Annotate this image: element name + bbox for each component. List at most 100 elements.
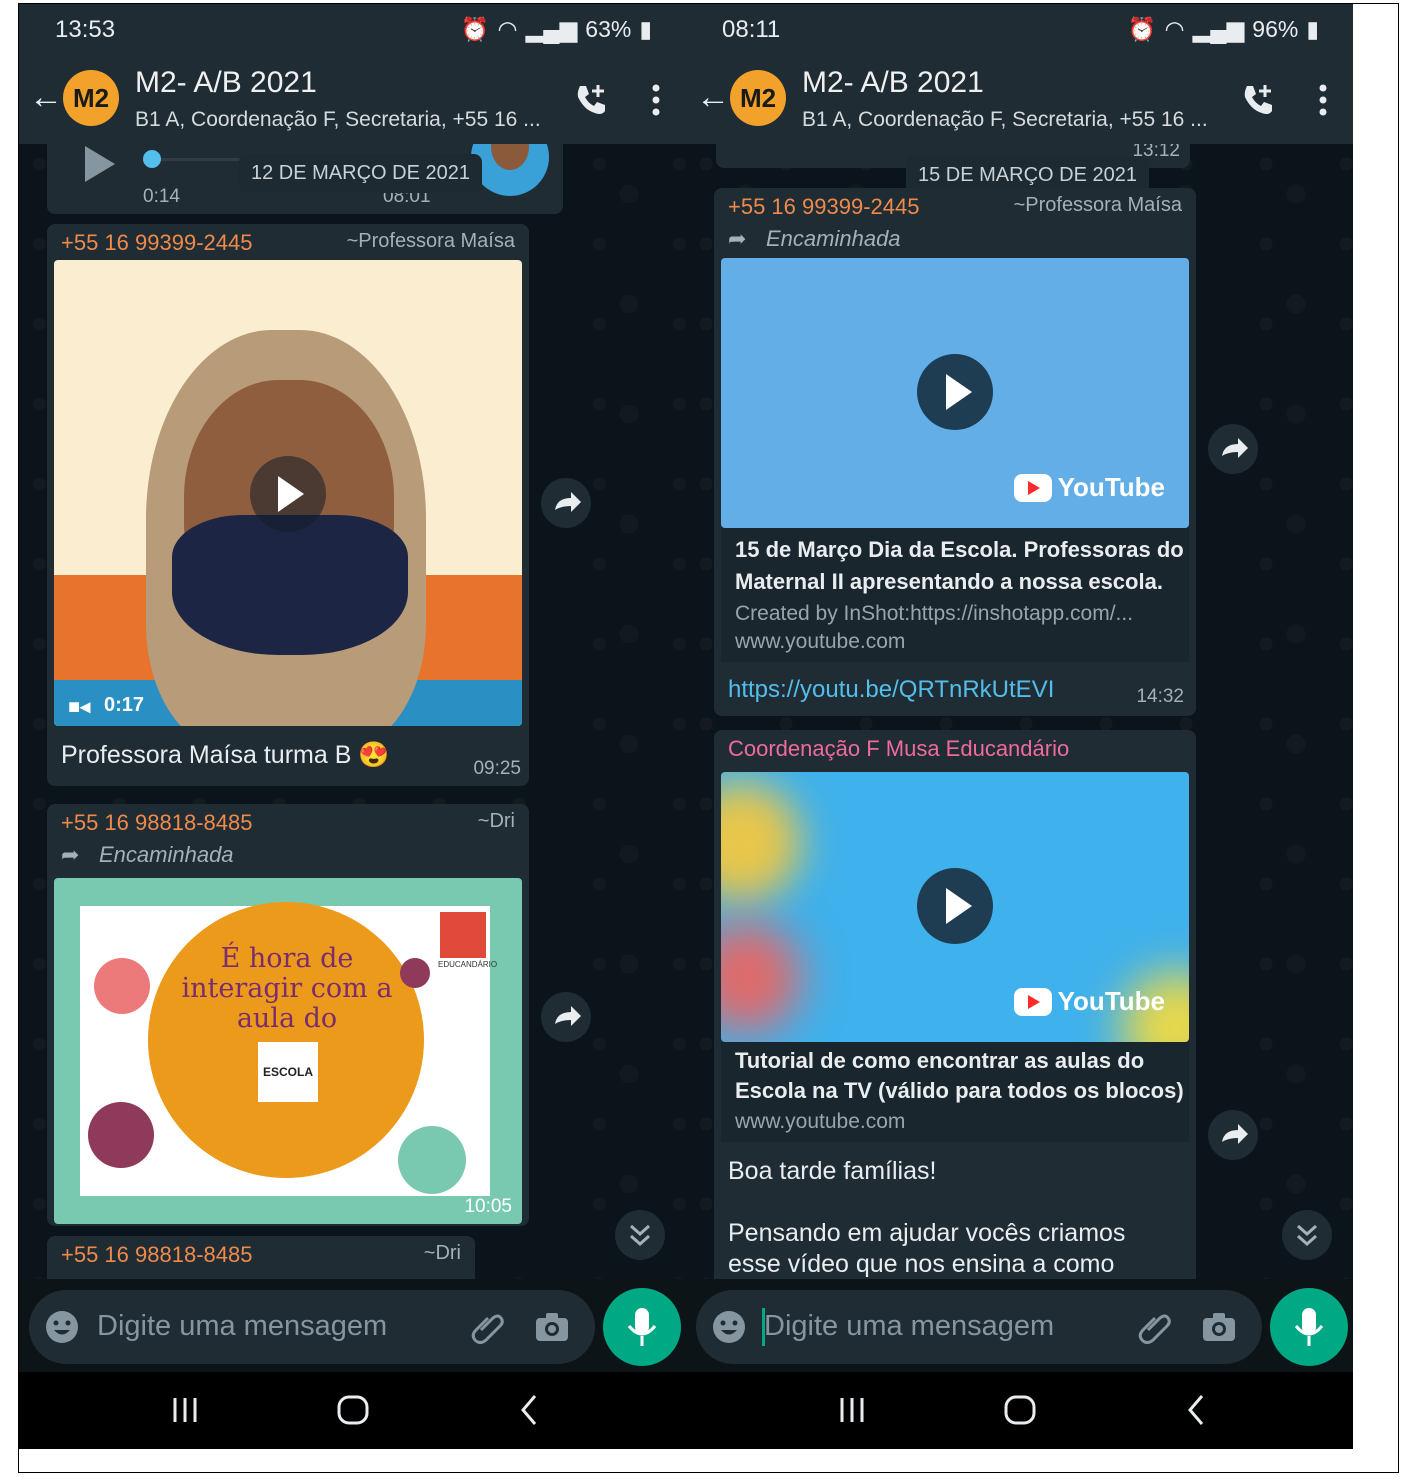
emoji-icon[interactable] — [712, 1310, 746, 1344]
date-chip: 12 DE MARÇO DE 2021 — [239, 154, 482, 193]
alarm-icon: ⏰ — [460, 16, 490, 42]
message-link[interactable]: https://youtu.be/QRTnRkUtEVI — [728, 676, 1054, 704]
group-avatar[interactable]: M2 — [63, 70, 119, 126]
sender-number[interactable]: +55 16 99399-2445 — [61, 230, 252, 256]
message-input[interactable]: Digite uma mensagem — [696, 1290, 1262, 1364]
group-participants: B1 A, Coordenação F, Secretaria, +55 16 … — [135, 108, 541, 131]
brand-label: EDUCANDÁRIO — [438, 960, 498, 969]
back-nav-icon[interactable] — [1176, 1390, 1216, 1430]
voice-record-button[interactable] — [1270, 1288, 1348, 1366]
image-thumbnail[interactable]: É hora de interagir com a aula do ESCOLA… — [54, 878, 522, 1224]
add-call-icon[interactable] — [1239, 82, 1275, 118]
link-preview[interactable]: Tutorial de como encontrar as aulas do E… — [721, 1042, 1189, 1142]
forward-share-button[interactable] — [1208, 1110, 1258, 1160]
message-time: 09:25 — [473, 758, 521, 779]
message-input[interactable]: Digite uma mensagem — [29, 1290, 595, 1364]
scroll-down-button[interactable] — [1282, 1210, 1332, 1260]
message-caption: Professora Maísa turma B 😍 — [61, 741, 390, 769]
video-duration: 0:17 — [104, 694, 145, 716]
forward-share-button[interactable] — [1208, 424, 1258, 474]
scroll-down-button[interactable] — [615, 1210, 665, 1260]
video-play-button[interactable] — [250, 456, 326, 532]
battery-percent: 63% — [585, 16, 632, 42]
share-arrow-icon — [1222, 438, 1248, 458]
phone-left: 13:53 ⏰ ◠ ▂▄▆ 63% ▮ ← M2 M2- A/B 2021 B1… — [19, 4, 686, 1449]
camera-icon[interactable] — [535, 1312, 569, 1342]
youtube-thumbnail[interactable]: YouTube — [721, 258, 1189, 528]
home-icon[interactable] — [333, 1390, 373, 1430]
mic-icon — [627, 1308, 657, 1346]
sender-alias: ~Dri — [423, 1242, 461, 1264]
chat-header[interactable]: ← M2 M2- A/B 2021 B1 A, Coordenação F, S… — [686, 54, 1353, 144]
message-text-paragraph: Pensando em ajudar vocês criamos esse ví… — [728, 1219, 1126, 1278]
sender-alias: ~Dri — [477, 810, 515, 832]
chat-header[interactable]: ← M2 M2- A/B 2021 B1 A, Coordenação F, S… — [19, 54, 686, 144]
phone-right: 08:11 ⏰ ◠ ▂▄▆ 96% ▮ ← M2 M2- A/B 2021 B1… — [686, 4, 1353, 1449]
back-nav-icon[interactable] — [509, 1390, 549, 1430]
back-arrow-icon[interactable]: ← — [696, 80, 730, 114]
youtube-logo: YouTube — [1013, 986, 1165, 1017]
sender-name[interactable]: Coordenação F Musa Educandário — [728, 736, 1069, 762]
home-icon[interactable] — [1000, 1390, 1040, 1430]
audio-progress-handle[interactable] — [143, 150, 161, 168]
video-message[interactable]: +55 16 99399-2445 ~Professora Maísa ■◂ 0… — [47, 224, 529, 786]
sender-number[interactable]: +55 16 98818-8485 — [61, 1242, 252, 1268]
add-call-icon[interactable] — [572, 82, 608, 118]
play-icon[interactable] — [83, 144, 117, 184]
camera-icon[interactable] — [1202, 1312, 1236, 1342]
escola-logo: ESCOLA — [258, 1042, 318, 1102]
sender-avatar — [471, 144, 549, 196]
youtube-play-button[interactable] — [917, 354, 993, 430]
chat-area[interactable]: 0:14 08:01 12 DE MARÇO DE 2021 +55 16 99… — [19, 144, 686, 1279]
youtube-play-button[interactable] — [917, 868, 993, 944]
link-preview[interactable]: 15 de Março Dia da Escola. Professoras d… — [721, 528, 1189, 662]
group-title[interactable]: M2- A/B 2021 — [135, 66, 317, 100]
youtube-thumbnail[interactable]: YouTube — [721, 772, 1189, 1042]
wifi-icon: ◠ — [497, 16, 518, 42]
forward-share-button[interactable] — [541, 478, 591, 528]
sender-number[interactable]: +55 16 99399-2445 — [728, 194, 919, 220]
attach-icon[interactable] — [471, 1310, 505, 1344]
voice-record-button[interactable] — [603, 1288, 681, 1366]
more-options-icon[interactable] — [1313, 80, 1333, 120]
youtube-logo: YouTube — [1013, 472, 1165, 503]
sender-number[interactable]: +55 16 98818-8485 — [61, 810, 252, 836]
sender-alias: ~Professora Maísa — [1013, 194, 1182, 216]
youtube-link-message[interactable]: Coordenação F Musa Educandário YouTube T… — [714, 730, 1196, 1279]
back-arrow-icon[interactable]: ← — [29, 80, 63, 114]
status-bar: 08:11 ⏰ ◠ ▂▄▆ 96% ▮ — [686, 4, 1353, 54]
signal-icon: ▂▄▆ — [525, 16, 578, 42]
double-chevron-down-icon — [1297, 1224, 1317, 1247]
youtube-link-message[interactable]: +55 16 99399-2445 ~Professora Maísa ➦ En… — [714, 188, 1196, 716]
link-title: Tutorial de como encontrar as aulas do E… — [735, 1048, 1184, 1103]
message-time: 10:05 — [464, 1196, 512, 1217]
sender-alias: ~Professora Maísa — [346, 230, 515, 252]
group-title[interactable]: M2- A/B 2021 — [802, 66, 984, 100]
video-camera-icon: ■◂ — [68, 696, 91, 718]
double-chevron-down-icon — [630, 1224, 650, 1247]
video-thumbnail[interactable]: ■◂ 0:17 — [54, 260, 522, 726]
battery-icon: ▮ — [1306, 16, 1319, 42]
link-description: Created by InShot:https://inshotapp.com/… — [735, 602, 1134, 625]
emoji-icon[interactable] — [45, 1310, 79, 1344]
mic-icon — [1294, 1308, 1324, 1346]
link-domain: www.youtube.com — [735, 1110, 906, 1133]
link-domain: www.youtube.com — [735, 630, 906, 653]
message-placeholder[interactable]: Digite uma mensagem — [764, 1310, 1054, 1343]
message-placeholder[interactable]: Digite uma mensagem — [97, 1310, 387, 1343]
image-message[interactable]: +55 16 98818-8485 ~Dri ➦ Encaminhada É h… — [47, 804, 529, 1226]
more-options-icon[interactable] — [646, 80, 666, 120]
chat-area[interactable]: 13:12 15 DE MARÇO DE 2021 +55 16 99399-2… — [686, 144, 1353, 1279]
forward-arrow-icon: ➦ — [728, 226, 747, 251]
attach-icon[interactable] — [1138, 1310, 1172, 1344]
recent-apps-icon[interactable] — [165, 1390, 205, 1430]
recent-apps-icon[interactable] — [832, 1390, 872, 1430]
wifi-icon: ◠ — [1164, 16, 1185, 42]
status-bar: 13:53 ⏰ ◠ ▂▄▆ 63% ▮ — [19, 4, 686, 54]
system-icons: ⏰ ◠ ▂▄▆ 96% ▮ — [1128, 16, 1319, 43]
forward-share-button[interactable] — [541, 992, 591, 1042]
image-text: É hora de interagir com a aula do — [181, 943, 393, 1034]
signal-icon: ▂▄▆ — [1192, 16, 1245, 42]
group-avatar[interactable]: M2 — [730, 70, 786, 126]
partial-message[interactable]: +55 16 98818-8485 ~Dri — [47, 1236, 475, 1279]
